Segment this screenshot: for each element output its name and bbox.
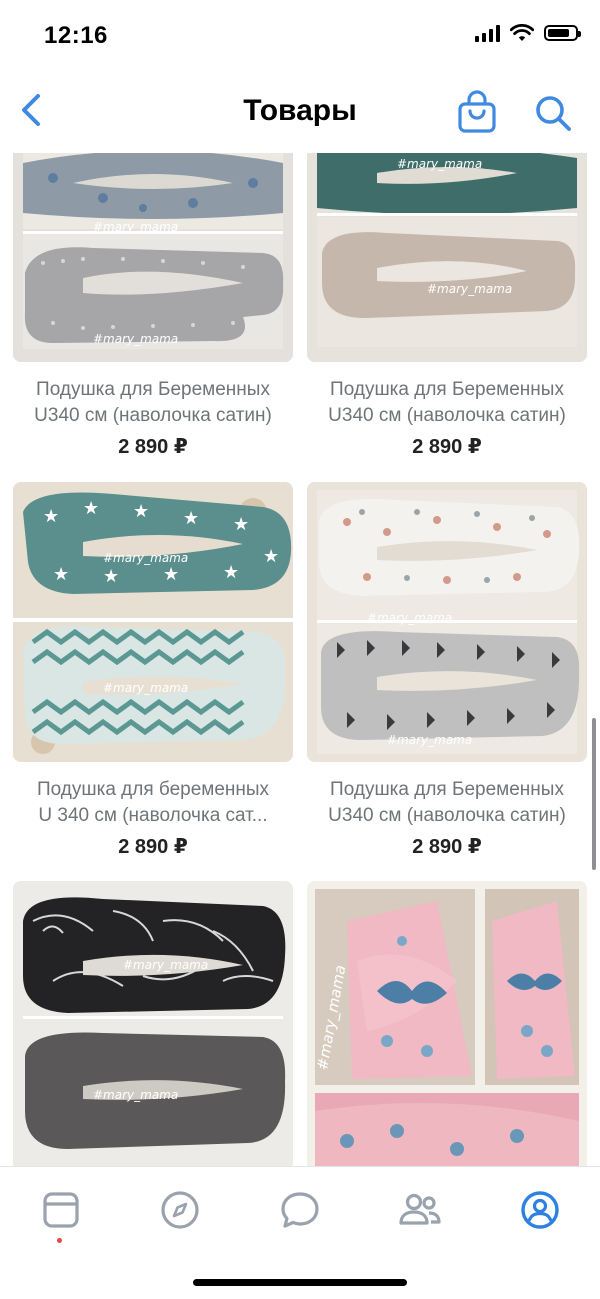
tab-profile[interactable] <box>515 1185 565 1235</box>
svg-text:#mary_mama: #mary_mama <box>123 958 208 972</box>
product-card[interactable]: #mary_mama <box>307 881 587 1166</box>
svg-text:#mary_mama: #mary_mama <box>93 1088 178 1102</box>
profile-icon <box>521 1191 559 1229</box>
product-grid: #mary_mama #mary_mama Подушка для Береме… <box>0 153 600 1166</box>
svg-text:★: ★ <box>233 514 249 535</box>
product-image[interactable]: #mary_mama #mary_mama <box>13 153 293 362</box>
svg-text:★: ★ <box>133 501 149 522</box>
product-title: Подушка для Беременных <box>330 779 564 800</box>
product-image[interactable]: #mary_mama #mary_mama <box>307 482 587 762</box>
svg-text:★: ★ <box>43 506 59 527</box>
tab-feed[interactable] <box>36 1185 86 1243</box>
cellular-signal-icon <box>475 24 500 42</box>
status-time: 12:16 <box>44 22 108 49</box>
svg-text:★: ★ <box>103 566 119 587</box>
svg-text:★: ★ <box>263 546 279 567</box>
discover-icon <box>161 1191 199 1229</box>
page-title: Товары <box>243 94 357 127</box>
product-title: U340 см (наволочка сатин) <box>34 405 272 426</box>
svg-text:#mary_mama: #mary_mama <box>93 332 178 346</box>
status-icons <box>475 24 581 42</box>
svg-text:★: ★ <box>53 564 69 585</box>
svg-text:#mary_mama: #mary_mama <box>103 681 188 695</box>
svg-text:★: ★ <box>83 498 99 519</box>
svg-text:#mary_mama: #mary_mama <box>397 157 482 171</box>
product-card[interactable]: #mary_mama #mary_mama Подушка для Береме… <box>307 482 587 859</box>
product-title: U 340 см (наволочка сат... <box>38 805 268 826</box>
nav-bar: Товары <box>0 78 600 148</box>
watermark-text: #mary_mama <box>93 220 178 234</box>
status-bar: 12:16 <box>0 0 600 72</box>
product-title: Подушка для Беременных <box>36 379 270 400</box>
notification-dot <box>57 1238 62 1243</box>
product-title: Подушка для беременных <box>36 779 270 800</box>
product-card[interactable]: #mary_mama #mary_mama <box>13 881 293 1166</box>
product-price: 2 890 ₽ <box>412 836 482 858</box>
product-title: U340 см (наволочка сатин) <box>328 805 566 826</box>
svg-text:★: ★ <box>163 564 179 585</box>
product-price: 2 890 ₽ <box>118 436 188 458</box>
battery-icon <box>544 25 581 41</box>
product-image[interactable]: ★ ★ ★ ★ ★ ★ ★ ★ ★ ★ #mary_mama #mary_mama <box>13 482 293 762</box>
search-icon[interactable] <box>532 92 574 134</box>
friends-icon <box>399 1193 441 1225</box>
product-title: Подушка для Беременных <box>330 379 564 400</box>
messages-icon <box>281 1192 319 1228</box>
product-price: 2 890 ₽ <box>118 836 188 858</box>
product-card[interactable]: #mary_mama #mary_mama Подушка для Береме… <box>13 153 293 459</box>
svg-text:★: ★ <box>183 508 199 529</box>
svg-text:#mary_mama: #mary_mama <box>367 611 452 625</box>
product-image[interactable]: #mary_mama #mary_mama <box>13 881 293 1166</box>
svg-text:★: ★ <box>223 562 239 583</box>
wifi-icon <box>510 24 534 41</box>
svg-text:#mary_mama: #mary_mama <box>103 551 188 565</box>
svg-text:#mary_mama: #mary_mama <box>387 733 472 747</box>
product-image[interactable]: #mary_mama <box>307 881 587 1166</box>
home-indicator[interactable] <box>193 1279 407 1286</box>
scroll-indicator[interactable] <box>592 718 596 870</box>
product-card[interactable]: ★ ★ ★ ★ ★ ★ ★ ★ ★ ★ #mary_mama #mary_mama Подушк… <box>13 482 293 859</box>
product-card[interactable]: #mary_mama #mary_mama Подушка для Береме… <box>307 153 587 459</box>
tab-friends[interactable] <box>395 1185 445 1235</box>
shopping-bag-icon[interactable] <box>454 90 500 136</box>
product-title: U340 см (наволочка сатин) <box>328 405 566 426</box>
product-image[interactable]: #mary_mama #mary_mama <box>307 153 587 362</box>
product-price: 2 890 ₽ <box>412 436 482 458</box>
tab-messages[interactable] <box>275 1185 325 1235</box>
tab-discover[interactable] <box>155 1185 205 1235</box>
feed-icon <box>43 1192 79 1228</box>
svg-text:#mary_mama: #mary_mama <box>427 282 512 296</box>
